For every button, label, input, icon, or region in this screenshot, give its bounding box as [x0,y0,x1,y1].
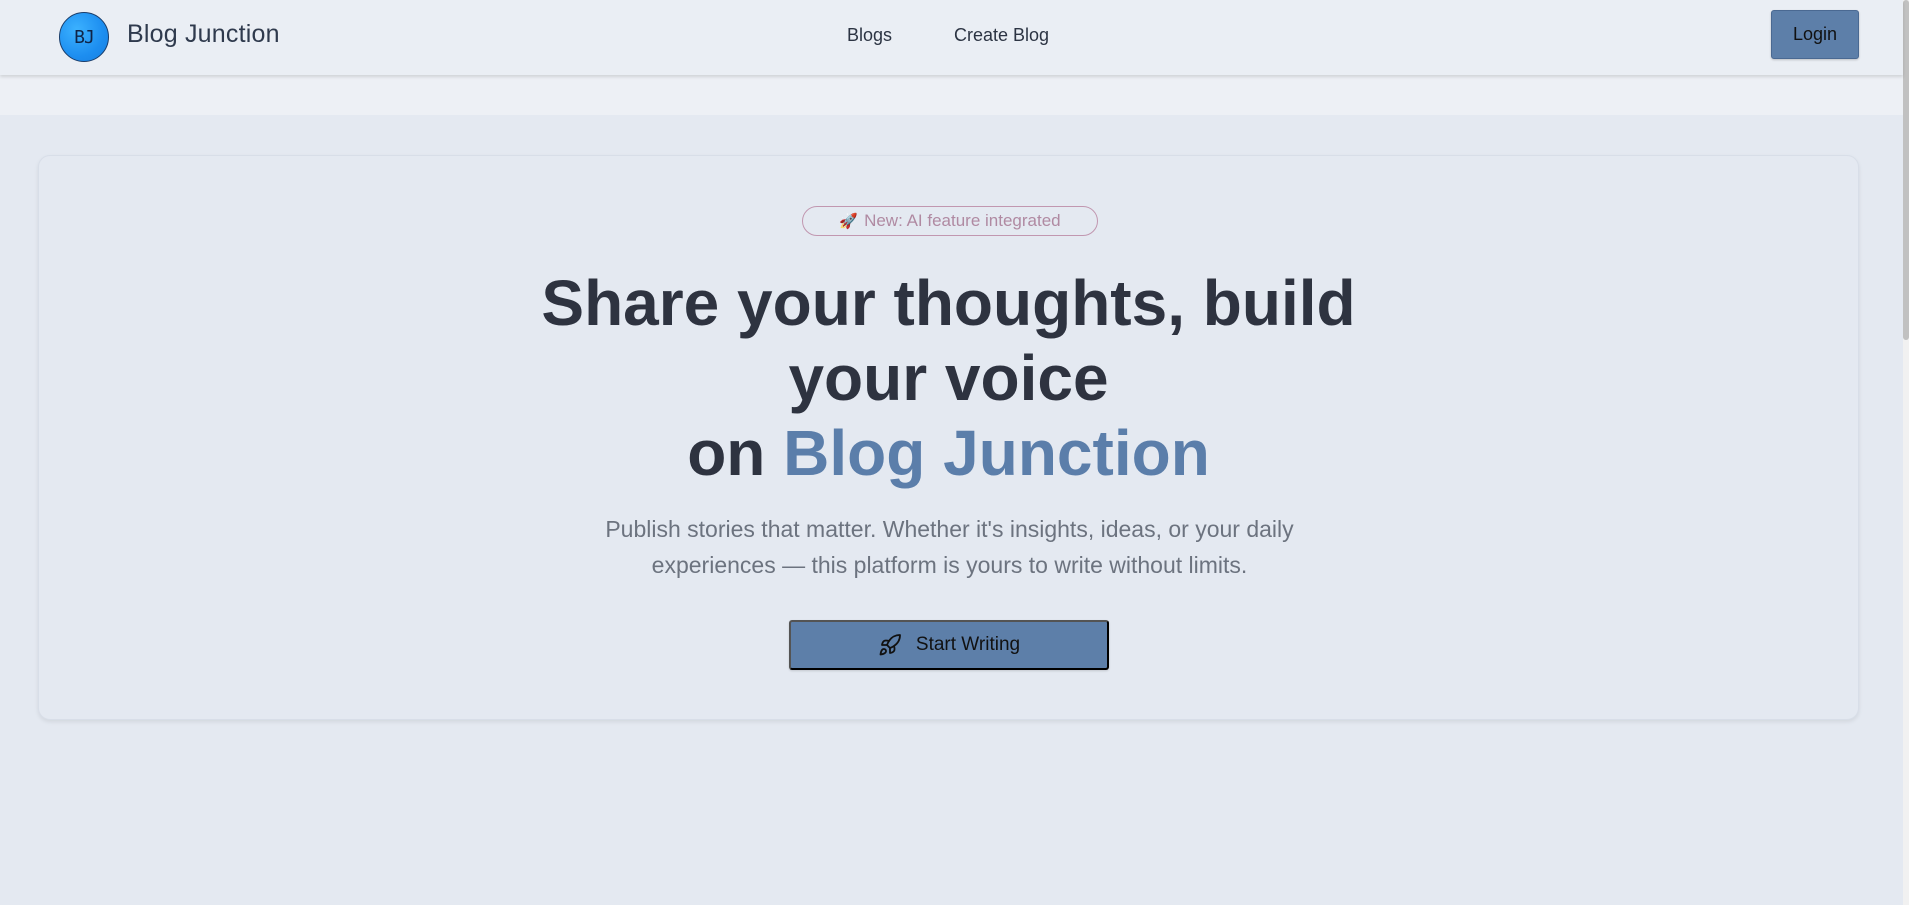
nav-link-blogs[interactable]: Blogs [847,25,892,46]
rocket-icon: 🚀 [839,213,859,230]
headline-line-1: Share your thoughts, build [541,267,1356,339]
nav-link-create-blog[interactable]: Create Blog [954,25,1049,46]
login-button[interactable]: Login [1771,10,1859,59]
hero-card: 🚀 New: AI feature integrated Share your … [38,155,1859,720]
hero-headline: Share your thoughts, build your voice on… [39,266,1858,491]
start-writing-button[interactable]: Start Writing [789,620,1109,670]
headline-accent: Blog Junction [783,417,1210,489]
rocket-icon [879,634,901,656]
brand-name[interactable]: Blog Junction [127,20,280,49]
hero-subtext: Publish stories that matter. Whether it'… [605,516,1294,578]
badge-label: New: AI feature integrated [864,211,1061,230]
headline-on: on [687,417,766,489]
new-feature-badge: 🚀 New: AI feature integrated [802,206,1098,236]
logo-icon[interactable]: BJ [59,12,109,62]
header-spacer-band [0,75,1903,115]
top-navbar: BJ Blog Junction Blogs Create Blog Login [0,0,1903,75]
vertical-scrollbar[interactable] [1903,0,1909,905]
scrollbar-thumb[interactable] [1903,0,1909,340]
headline-line-2: your voice [788,342,1109,414]
start-writing-label: Start Writing [915,634,1021,655]
